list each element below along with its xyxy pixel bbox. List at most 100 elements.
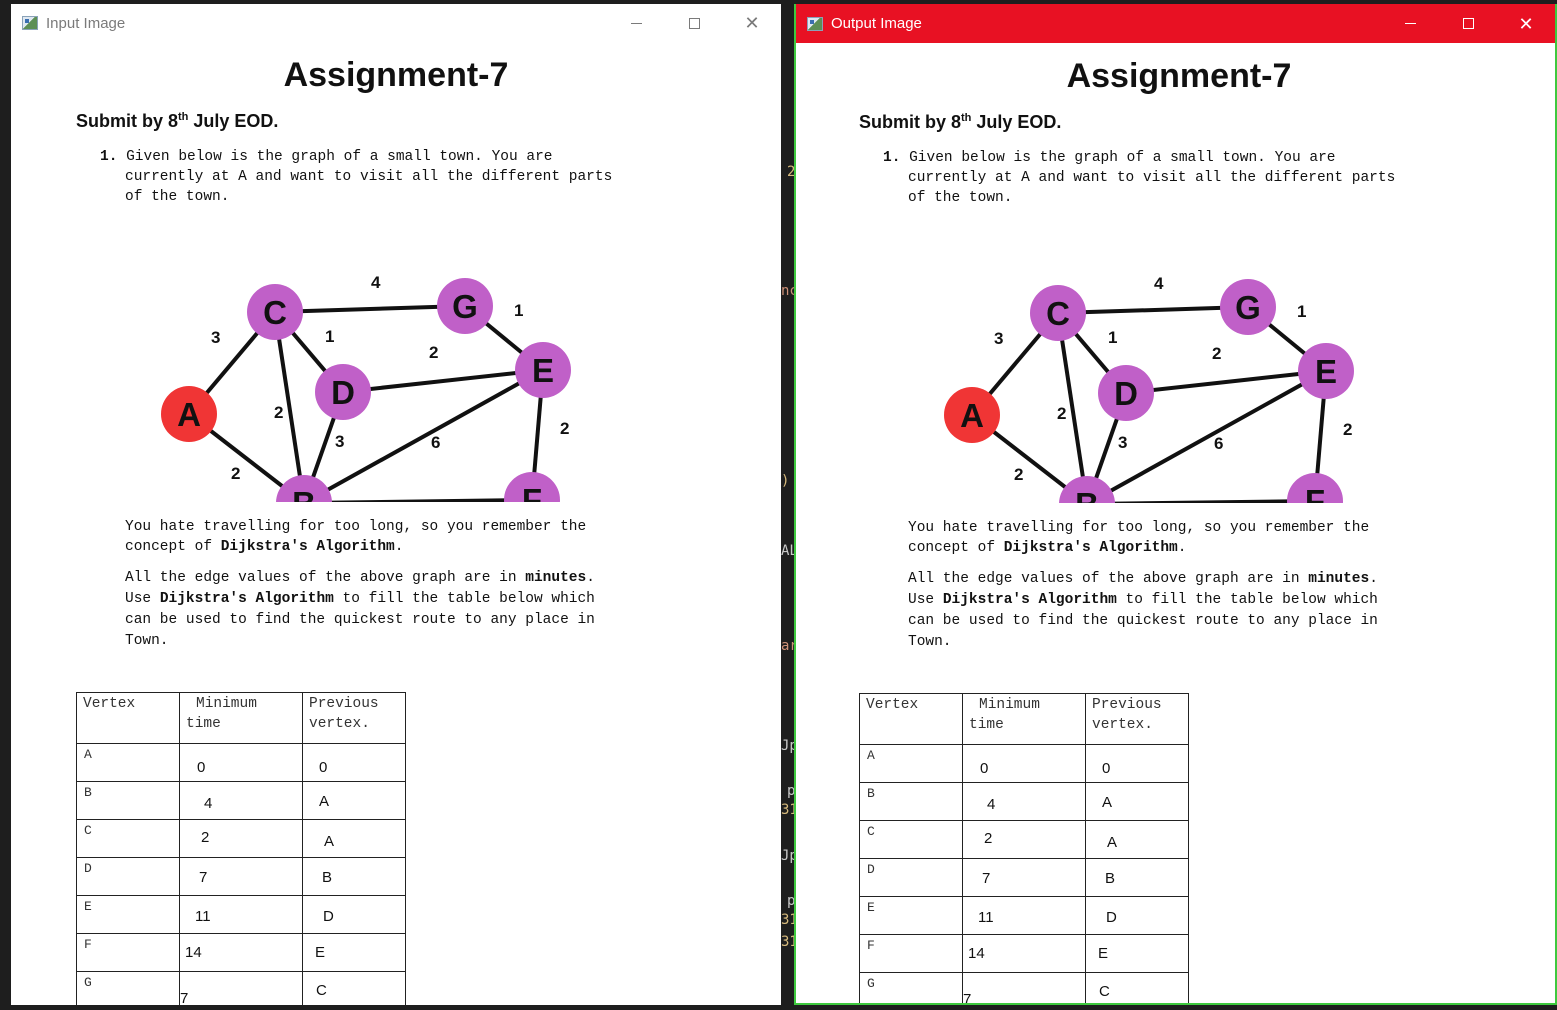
dijkstra-table: Vertex Minimum time Previous vertex. A 0 0 B 4… [76,692,406,1005]
table-row: D 7 B [76,857,406,896]
town-graph: 3 2 4 1 2 1 2 3 6 5 2 A B C D E F G [161,273,571,502]
header-vertex: Vertex [859,693,963,745]
maximize-button[interactable] [1439,4,1497,43]
min-time-cell: 14 [962,934,1086,973]
question-text: Given below is the graph of a small town… [909,150,1336,166]
question-number: 1. [100,149,118,165]
prev-vertex-cell: C [1085,972,1189,1003]
output-image-window[interactable]: Output Image ✕ Assignment-7 Submit by 8t… [794,4,1557,1005]
table-row: A 0 0 [76,743,406,782]
minimize-icon [1404,23,1416,24]
text-run: to fill the table below which [1116,592,1378,608]
bold-run: Dijkstra's Algorithm [159,591,334,607]
min-time-value: 0 [197,759,206,776]
text-run: . [1177,540,1187,556]
header-min-time: Minimum time [179,692,303,744]
edge-weight-label: 2 [1014,465,1023,484]
submit-superscript: th [961,112,972,124]
prev-vertex-cell: 0 [1085,744,1189,783]
table-row: B 4 A [859,782,1189,821]
node-label-c: C [1046,295,1070,332]
vertex-cell: A [859,744,963,783]
submit-prefix: Submit by 8 [859,112,962,132]
question-1: 1. Given below is the graph of a small t… [100,147,612,207]
prev-vertex-cell: A [1085,820,1189,859]
header-text: Vertex [83,696,136,712]
input-image-window[interactable]: Input Image ✕ Assignment-7 Submit by 8th… [11,4,781,1005]
prev-vertex-value: A [319,793,330,810]
node-label-c: C [263,294,287,331]
header-text: Previous [309,696,379,712]
close-button[interactable]: ✕ [723,4,781,42]
header-min-time: Minimum time [962,693,1086,745]
header-text: Minimum [196,696,257,712]
table-row: A 0 0 [859,744,1189,783]
vertex-value: E [867,900,875,915]
question-line: currently at A and want to visit all the… [125,169,613,185]
edge-weight-label: 2 [231,464,240,483]
close-button[interactable]: ✕ [1497,4,1555,43]
vertex-value: A [84,747,92,762]
question-line: of the town. [908,190,1013,206]
minimize-button[interactable] [1381,4,1439,43]
submit-deadline: Submit by 8th July EOD. [76,111,278,132]
question-number: 1. [883,150,901,166]
vertex-value: B [84,785,92,800]
submit-superscript: th [178,111,189,123]
text-run: to fill the table below which [333,591,595,607]
bold-run: minutes [525,570,587,586]
edge-c-g [1057,305,1249,315]
vertex-cell: D [859,858,963,897]
node-label-a: A [177,396,201,433]
text-run: concept of [908,540,1004,556]
paragraph-line: concept of Dijkstra's Algorithm. [908,538,1369,558]
prev-vertex-value: C [1099,983,1110,1000]
title-bar[interactable]: Input Image ✕ [11,4,781,42]
prev-vertex-cell: A [1085,782,1189,821]
edge-weight-label: 6 [1214,434,1223,453]
prev-vertex-cell: 0 [302,743,406,782]
table-row: C 2 A [76,819,406,858]
image-app-icon [22,16,38,30]
document-image: Assignment-7 Submit by 8th July EOD. 1. … [11,42,781,1005]
close-icon: ✕ [1518,13,1534,34]
min-time-value: 7 [982,870,991,887]
min-time-cell: 7 [179,857,303,896]
submit-suffix: July EOD. [188,111,279,131]
document-image: Assignment-7 Submit by 8th July EOD. 1. … [796,43,1555,1003]
min-time-value: 11 [195,908,211,925]
edge-weight-label: 6 [431,433,440,452]
node-label-e: E [1315,353,1337,390]
edge-weight-label: 2 [1057,404,1066,423]
table-row: C 2 A [859,820,1189,859]
min-time-value: 4 [987,796,996,813]
paragraph-line: You hate travelling for too long, so you… [125,519,587,535]
prev-vertex-cell: B [1085,858,1189,897]
bold-run: Dijkstra's Algorithm [220,539,395,555]
vertex-value: F [84,937,92,952]
prev-vertex-cell: A [302,819,406,858]
minimize-button[interactable] [607,4,665,42]
edge-weight-label: 3 [211,328,220,347]
vertex-value: G [84,975,92,990]
vertex-cell: C [859,820,963,859]
paragraph-line: Use Dijkstra's Algorithm to fill the tab… [908,590,1378,611]
node-label-d: D [331,374,355,411]
vertex-cell: D [76,857,180,896]
text-run: All the edge values of the above graph a… [908,571,1309,587]
submit-deadline: Submit by 8th July EOD. [859,112,1061,133]
paragraph-line: Town. [125,633,169,649]
min-time-cell: 4 [962,782,1086,821]
vertex-cell: G [859,972,963,1003]
question-line: of the town. [125,189,230,205]
text-run: concept of [125,539,221,555]
title-bar[interactable]: Output Image ✕ [796,4,1555,43]
prev-vertex-cell: D [302,895,406,934]
edge-weight-label: 4 [1154,274,1164,293]
node-label-f: F [522,482,542,502]
node-label-f: F [1305,483,1325,503]
paragraph-line: All the edge values of the above graph a… [908,569,1378,590]
maximize-button[interactable] [665,4,723,42]
edge-weight-label: 3 [1118,433,1127,452]
submit-prefix: Submit by 8 [76,111,179,131]
